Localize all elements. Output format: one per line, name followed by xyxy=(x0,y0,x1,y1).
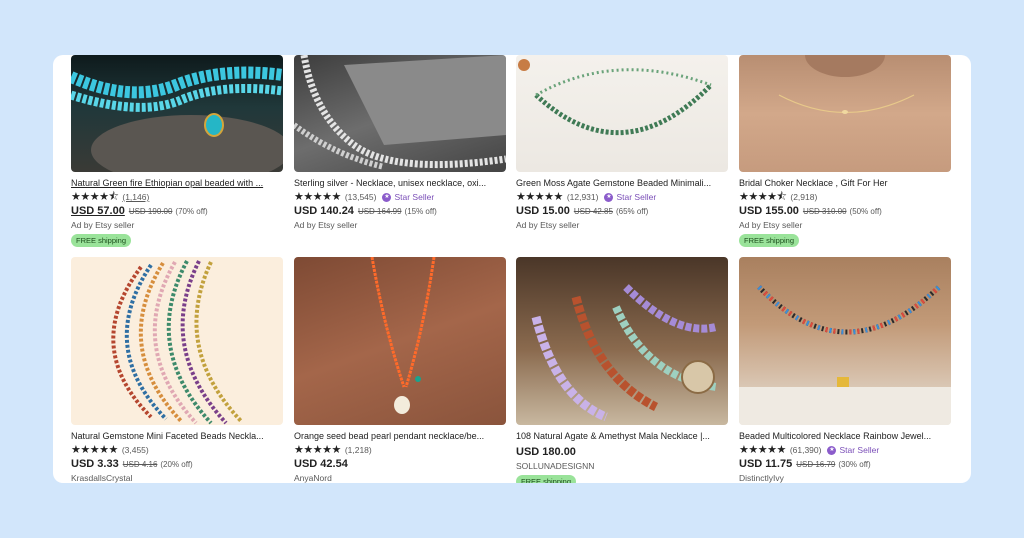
listing-card[interactable]: 108 Natural Agate & Amethyst Mala Neckla… xyxy=(516,257,728,483)
shop-name[interactable]: SOLLUNADESIGNN xyxy=(516,461,728,471)
price-row: USD 3.33 USD 4.16 (20% off) xyxy=(71,458,283,470)
star-seller-badge: ★ Star Seller xyxy=(827,445,879,455)
listing-card[interactable]: Bridal Choker Necklace , Gift For Her ★★… xyxy=(739,55,951,248)
rating: ★★★★★ (1,218) xyxy=(294,444,506,456)
listing-title[interactable]: Beaded Multicolored Necklace Rainbow Jew… xyxy=(739,430,951,442)
star-seller-icon: ★ xyxy=(382,192,392,202)
discount: (30% off) xyxy=(838,460,871,469)
listing-title[interactable]: Sterling silver - Necklace, unisex neckl… xyxy=(294,177,506,189)
listing-card[interactable]: Sterling silver - Necklace, unisex neckl… xyxy=(294,55,506,230)
price: USD 155.00 xyxy=(739,205,799,217)
listing-title[interactable]: 108 Natural Agate & Amethyst Mala Neckla… xyxy=(516,430,728,442)
price: USD 3.33 xyxy=(71,458,119,470)
discount: (50% off) xyxy=(849,207,882,216)
rating: ★★★★★ (12,931) ★ Star Seller xyxy=(516,191,728,203)
price-row: USD 57.00 USD 190.00 (70% off) xyxy=(71,205,283,217)
free-shipping-badge: FREE shipping xyxy=(71,234,132,247)
rating: ★★★★⯪ (1,146) xyxy=(71,191,283,203)
listing-image[interactable] xyxy=(71,55,283,172)
listing-image[interactable] xyxy=(739,257,951,425)
star-seller-label: Star Seller xyxy=(394,192,435,202)
listing-card[interactable]: Orange seed bead pearl pendant necklace/… xyxy=(294,257,506,483)
ad-label: Ad by Etsy seller xyxy=(516,220,580,230)
ad-label: Ad by Etsy seller xyxy=(294,220,358,230)
review-count: (1,218) xyxy=(344,445,372,455)
listing-title[interactable]: Natural Green fire Ethiopian opal beaded… xyxy=(71,177,283,189)
star-rating-icon: ★★★★⯪ xyxy=(71,190,119,203)
star-seller-icon: ★ xyxy=(827,445,837,455)
price: USD 57.00 xyxy=(71,205,125,217)
price: USD 15.00 xyxy=(516,205,570,217)
original-price: USD 164.99 xyxy=(357,207,402,216)
price: USD 11.75 xyxy=(739,458,793,470)
star-seller-icon: ★ xyxy=(604,192,614,202)
listing-image[interactable] xyxy=(294,55,506,172)
ad-label: Ad by Etsy seller xyxy=(71,220,135,230)
listing-card[interactable]: Beaded Multicolored Necklace Rainbow Jew… xyxy=(739,257,951,483)
rating: ★★★★★ (3,455) xyxy=(71,444,283,456)
price-row: USD 15.00 USD 42.85 (65% off) xyxy=(516,205,728,217)
review-count: (13,545) xyxy=(344,192,377,202)
listing-title[interactable]: Green Moss Agate Gemstone Beaded Minimal… xyxy=(516,177,728,189)
listing-title[interactable]: Orange seed bead pearl pendant necklace/… xyxy=(294,430,506,442)
ad-label: Ad by Etsy seller xyxy=(739,220,803,230)
price: USD 42.54 xyxy=(294,458,348,470)
listing-image[interactable] xyxy=(739,55,951,172)
discount: (70% off) xyxy=(175,207,208,216)
star-seller-label: Star Seller xyxy=(839,445,880,455)
price: USD 180.00 xyxy=(516,446,576,458)
original-price: USD 190.00 xyxy=(128,207,173,216)
listing-image[interactable] xyxy=(71,257,283,425)
free-shipping-badge: FREE shipping xyxy=(739,234,800,247)
price-row: USD 180.00 xyxy=(516,446,728,458)
discount: (65% off) xyxy=(615,207,649,216)
review-count: (61,390) xyxy=(789,445,822,455)
star-rating-icon: ★★★★★ xyxy=(294,443,341,456)
star-seller-badge: ★ Star Seller xyxy=(604,192,656,202)
listing-card[interactable]: Natural Green fire Ethiopian opal beaded… xyxy=(71,55,283,248)
review-count: (12,931) xyxy=(566,192,599,202)
rating: ★★★★★ (61,390) ★ Star Seller xyxy=(739,444,951,456)
original-price: USD 4.16 xyxy=(122,460,158,469)
review-count: (2,918) xyxy=(790,192,818,202)
listing-card[interactable]: Green Moss Agate Gemstone Beaded Minimal… xyxy=(516,55,728,230)
shop-name[interactable]: KrasdallsCrystal xyxy=(71,473,283,483)
rating: ★★★★⯪ (2,918) xyxy=(739,191,951,203)
star-rating-icon: ★★★★★ xyxy=(739,443,786,456)
price-row: USD 42.54 xyxy=(294,458,506,470)
rating: ★★★★★ (13,545) ★ Star Seller xyxy=(294,191,506,203)
listing-panel: Natural Green fire Ethiopian opal beaded… xyxy=(53,55,971,483)
price-row: USD 155.00 USD 310.00 (50% off) xyxy=(739,205,951,217)
listing-title[interactable]: Natural Gemstone Mini Faceted Beads Neck… xyxy=(71,430,283,442)
listing-image[interactable] xyxy=(294,257,506,425)
price-row: USD 11.75 USD 16.79 (30% off) xyxy=(739,458,951,470)
star-rating-icon: ★★★★★ xyxy=(71,443,118,456)
price-row: USD 140.24 USD 164.99 (15% off) xyxy=(294,205,506,217)
price: USD 140.24 xyxy=(294,205,354,217)
free-shipping-badge: FREE shipping xyxy=(516,475,577,483)
listing-card[interactable]: Natural Gemstone Mini Faceted Beads Neck… xyxy=(71,257,283,483)
listing-title[interactable]: Bridal Choker Necklace , Gift For Her xyxy=(739,177,951,189)
star-rating-icon: ★★★★★ xyxy=(516,190,563,203)
original-price: USD 16.79 xyxy=(796,460,836,469)
listing-image[interactable] xyxy=(516,257,728,425)
review-count: (1,146) xyxy=(122,192,150,202)
listing-image[interactable] xyxy=(516,55,728,172)
star-rating-icon: ★★★★⯪ xyxy=(739,190,787,203)
review-count: (3,455) xyxy=(121,445,149,455)
discount: (20% off) xyxy=(160,460,193,469)
star-rating-icon: ★★★★★ xyxy=(294,190,341,203)
star-seller-label: Star Seller xyxy=(616,192,657,202)
discount: (15% off) xyxy=(404,207,437,216)
shop-name[interactable]: DistinctlyIvy xyxy=(739,473,951,483)
original-price: USD 42.85 xyxy=(573,207,613,216)
original-price: USD 310.00 xyxy=(802,207,847,216)
shop-name[interactable]: AnyaNord xyxy=(294,473,506,483)
star-seller-badge: ★ Star Seller xyxy=(382,192,434,202)
